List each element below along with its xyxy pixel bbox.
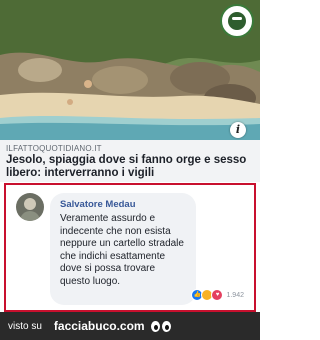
screenshot-frame: i ILFATTOQUOTIDIANO.IT Jesolo, spiaggia … (0, 0, 260, 340)
channel-logo-icon (220, 4, 254, 38)
article-headline[interactable]: Jesolo, spiaggia dove si fanno orge e se… (6, 154, 254, 180)
highlighted-comment: Salvatore Medau Veramente assurdo e inde… (4, 183, 256, 312)
article-photo[interactable]: i (0, 0, 260, 140)
reactions-summary[interactable]: 👍 ♥ 1.942 (191, 289, 244, 301)
eyes-icon (150, 320, 171, 332)
link-preview[interactable]: ILFATTOQUOTIDIANO.IT Jesolo, spiaggia do… (0, 140, 260, 182)
article-source: ILFATTOQUOTIDIANO.IT (6, 144, 102, 153)
comment-bubble: Salvatore Medau Veramente assurdo e inde… (50, 193, 196, 305)
comment-text: Veramente assurdo e indecente che non es… (60, 213, 184, 287)
watermark-footer: visto su facciabuco.com (0, 312, 260, 340)
visto-su-label: visto su (8, 320, 42, 332)
avatar[interactable] (16, 193, 44, 221)
info-icon[interactable]: i (230, 122, 246, 138)
reaction-count: 1.942 (226, 291, 244, 299)
love-icon: ♥ (211, 289, 224, 301)
brand-name[interactable]: facciabuco.com (54, 319, 145, 333)
comment-author[interactable]: Salvatore Medau (60, 199, 186, 210)
